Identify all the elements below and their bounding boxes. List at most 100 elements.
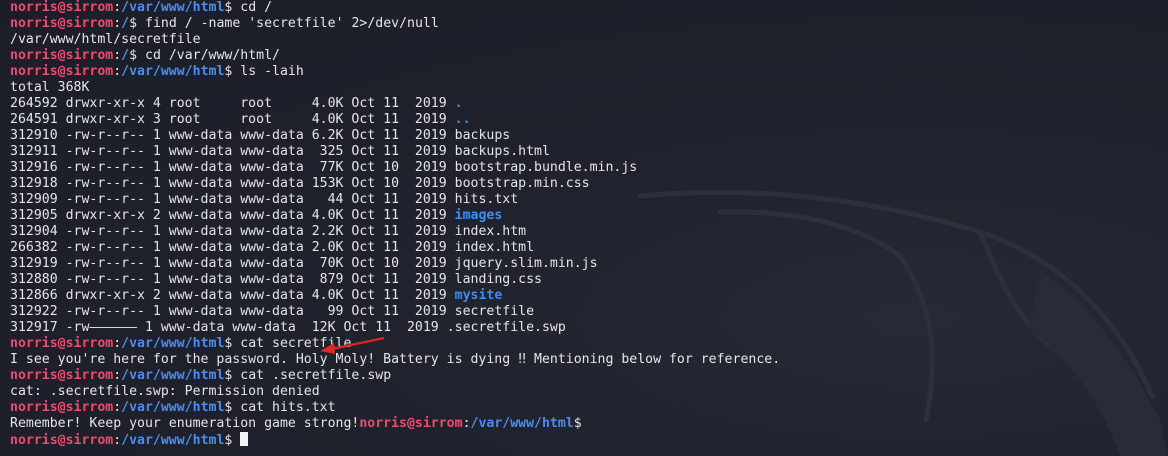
prompt-colon: : — [113, 400, 122, 415]
directory-listing-row: 312916 -rw-r--r-- 1 www-data www-data 77… — [10, 160, 780, 176]
file-name: landing.css — [454, 272, 542, 287]
command-line: norris@sirrom:/var/www/html$ ls -laih — [10, 64, 780, 80]
command-line: norris@sirrom:/var/www/html$ — [10, 432, 780, 448]
file-metadata: 312909 -rw-r--r-- 1 www-data www-data 44… — [10, 192, 455, 207]
prompt-colon: : — [113, 16, 122, 31]
output-text: total 368K — [10, 80, 90, 95]
prompt-path: /var/www/html — [121, 64, 225, 79]
output-line: cat: .secretfile.swp: Permission denied — [10, 384, 780, 400]
directory-name: images — [454, 208, 503, 223]
file-metadata: 312916 -rw-r--r-- 1 www-data www-data 77… — [10, 160, 455, 175]
output-text: Remember! Keep your enumeration game str… — [10, 416, 360, 431]
prompt-symbol: $ — [224, 336, 241, 351]
prompt-colon: : — [113, 336, 122, 351]
prompt-colon: : — [113, 368, 122, 383]
file-metadata: 312904 -rw-r--r-- 1 www-data www-data 2.… — [10, 224, 455, 239]
command-text: cat secretfile — [240, 336, 352, 351]
file-name: bootstrap.min.css — [454, 176, 590, 191]
file-name: .secretfile.swp — [446, 320, 566, 335]
prompt-path: /var/www/html — [121, 336, 225, 351]
prompt-path: /var/www/html — [121, 400, 225, 415]
file-metadata: 264591 drwxr-xr-x 3 root root 4.0K Oct 1… — [10, 112, 455, 127]
command-line: norris@sirrom:/var/www/html$ cat secretf… — [10, 336, 780, 352]
directory-listing-row: 312905 drwxr-xr-x 2 www-data www-data 4.… — [10, 208, 780, 224]
directory-listing-row: 312880 -rw-r--r-- 1 www-data www-data 87… — [10, 272, 780, 288]
prompt-symbol: $ — [224, 433, 241, 448]
prompt-symbol: $ — [224, 400, 241, 415]
file-metadata: 312922 -rw-r--r-- 1 www-data www-data 99… — [10, 304, 455, 319]
file-metadata: 312918 -rw-r--r-- 1 www-data www-data 15… — [10, 176, 455, 191]
prompt-user: norris@sirrom — [10, 48, 114, 63]
file-name: secretfile — [454, 304, 535, 319]
file-metadata: 312911 -rw-r--r-- 1 www-data www-data 32… — [10, 144, 455, 159]
terminal-output: norris@sirrom:/var/www/html$ cd / norris@… — [10, 0, 780, 448]
file-name: backups — [454, 128, 511, 143]
prompt-user: norris@sirrom — [10, 336, 114, 351]
prompt-symbol: $ — [224, 64, 241, 79]
file-name: index.htm — [454, 224, 527, 239]
prompt-user: norris@sirrom — [10, 64, 114, 79]
prompt-symbol: $ — [129, 48, 146, 63]
prompt-user: norris@sirrom — [10, 368, 114, 383]
file-name: hits.txt — [454, 192, 519, 207]
file-name: index.html — [454, 240, 535, 255]
file-metadata: 312910 -rw-r--r-- 1 www-data www-data 6.… — [10, 128, 455, 143]
prompt-path: /var/www/html — [121, 368, 225, 383]
prompt-colon: : — [113, 433, 122, 448]
command-line: norris@sirrom:/$ find / -name 'secretfil… — [10, 16, 780, 32]
command-line: norris@sirrom:/$ cd /var/www/html/ — [10, 48, 780, 64]
command-text: cd /var/www/html/ — [145, 48, 280, 63]
file-metadata: 264592 drwxr-xr-x 4 root root 4.0K Oct 1… — [10, 96, 455, 111]
prompt-path: /var/www/html — [470, 416, 574, 431]
directory-name: mysite — [454, 288, 503, 303]
prompt-symbol: $ — [224, 368, 241, 383]
command-line: norris@sirrom:/var/www/html$ cat .secret… — [10, 368, 780, 384]
prompt-path: / — [121, 48, 130, 63]
prompt-colon: : — [462, 416, 471, 431]
command-text: find / -name 'secretfile' 2>/dev/null — [145, 16, 439, 31]
file-metadata: 312905 drwxr-xr-x 2 www-data www-data 4.… — [10, 208, 455, 223]
directory-listing-row: 312917 -rw—————— 1 www-data www-data 12K… — [10, 320, 780, 336]
prompt-path: / — [121, 16, 130, 31]
output-text: I see you're here for the password. Holy… — [10, 352, 781, 367]
prompt-user: norris@sirrom — [10, 0, 114, 15]
directory-listing-row: 312909 -rw-r--r-- 1 www-data www-data 44… — [10, 192, 780, 208]
directory-name: .. — [454, 112, 471, 127]
directory-name: . — [454, 96, 463, 111]
command-text: cd / — [240, 0, 273, 15]
command-text: cat hits.txt — [240, 400, 336, 415]
output-line-with-prompt: Remember! Keep your enumeration game str… — [10, 416, 780, 432]
prompt-path: /var/www/html — [121, 0, 225, 15]
prompt-path: /var/www/html — [121, 433, 225, 448]
file-metadata: 312917 -rw—————— 1 www-data www-data 12K… — [10, 320, 447, 335]
file-metadata: 266382 -rw-r--r-- 1 www-data www-data 2.… — [10, 240, 455, 255]
prompt-user: norris@sirrom — [10, 16, 114, 31]
output-line: total 368K — [10, 80, 780, 96]
directory-listing-row: 312910 -rw-r--r-- 1 www-data www-data 6.… — [10, 128, 780, 144]
command-text: cat .secretfile.swp — [240, 368, 392, 383]
prompt-user: norris@sirrom — [359, 416, 463, 431]
terminal-window[interactable]: norris@sirrom:/var/www/html$ cd / norris@… — [0, 0, 1168, 456]
prompt-colon: : — [113, 0, 122, 15]
file-metadata: 312866 drwxr-xr-x 2 www-data www-data 4.… — [10, 288, 455, 303]
file-name: backups.html — [454, 144, 550, 159]
command-text: ls -laih — [240, 64, 304, 79]
output-text: cat: .secretfile.swp: Permission denied — [10, 384, 320, 399]
prompt-colon: : — [113, 48, 122, 63]
directory-listing-row: 264592 drwxr-xr-x 4 root root 4.0K Oct 1… — [10, 96, 780, 112]
prompt-user: norris@sirrom — [10, 400, 114, 415]
directory-listing-row: 312918 -rw-r--r-- 1 www-data www-data 15… — [10, 176, 780, 192]
text-cursor[interactable] — [240, 432, 249, 446]
prompt-symbol: $ — [573, 416, 582, 431]
directory-listing-row: 266382 -rw-r--r-- 1 www-data www-data 2.… — [10, 240, 780, 256]
output-text: /var/www/html/secretfile — [10, 32, 201, 47]
command-line: norris@sirrom:/var/www/html$ cat hits.tx… — [10, 400, 780, 416]
file-name: bootstrap.bundle.min.js — [454, 160, 638, 175]
directory-listing-row: 264591 drwxr-xr-x 3 root root 4.0K Oct 1… — [10, 112, 780, 128]
file-metadata: 312919 -rw-r--r-- 1 www-data www-data 70… — [10, 256, 455, 271]
directory-listing-row: 312866 drwxr-xr-x 2 www-data www-data 4.… — [10, 288, 780, 304]
prompt-user: norris@sirrom — [10, 433, 114, 448]
file-name: jquery.slim.min.js — [454, 256, 598, 271]
directory-listing-row: 312904 -rw-r--r-- 1 www-data www-data 2.… — [10, 224, 780, 240]
directory-listing-row: 312911 -rw-r--r-- 1 www-data www-data 32… — [10, 144, 780, 160]
